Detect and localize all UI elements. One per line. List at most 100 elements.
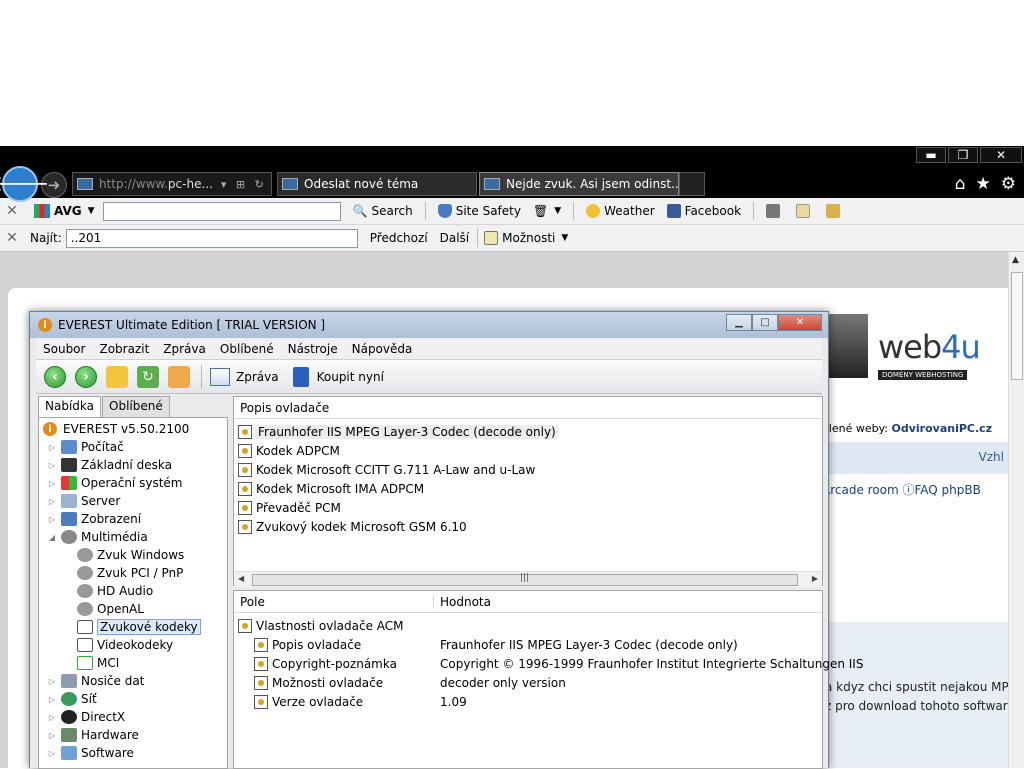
search-button[interactable]: 🔍 Search: [353, 204, 413, 218]
minimize-button[interactable]: ▬: [916, 147, 946, 163]
expand-icon[interactable]: ▷: [47, 443, 57, 452]
list-item[interactable]: Kodek Microsoft CCITT G.711 A-Law and u-…: [238, 461, 535, 479]
tree-item-sit[interactable]: ▷ Síť: [47, 690, 97, 708]
find-options-button[interactable]: Možnosti ▼: [484, 231, 568, 245]
expand-icon[interactable]: ▷: [47, 479, 57, 488]
scroll-up-icon[interactable]: ▲: [1012, 255, 1019, 265]
scroll-right-icon[interactable]: ▶: [812, 574, 818, 583]
tree-item-openal[interactable]: OpenAL: [77, 600, 144, 618]
expand-icon[interactable]: ▷: [47, 713, 57, 722]
tree-item-zvuk-pci[interactable]: Zvuk PCI / PnP: [77, 564, 183, 582]
tab-oblibene[interactable]: Oblíbené: [102, 396, 170, 417]
list-item[interactable]: Fraunhofer IIS MPEG Layer-3 Codec (decod…: [238, 423, 558, 441]
collapse-icon[interactable]: ◢: [47, 533, 57, 542]
scroll-thumb[interactable]: [1011, 272, 1023, 380]
tree-item-pocitac[interactable]: ▷ Počítač: [47, 438, 124, 456]
restore-button[interactable]: ❐: [948, 147, 978, 163]
tree-item-videokodeky[interactable]: Videokodeky: [77, 636, 173, 654]
web4u-logo[interactable]: web4u DOMÉNY WEBHOSTING: [878, 328, 981, 380]
screenshot-button[interactable]: [826, 204, 844, 218]
expand-icon[interactable]: ▷: [47, 749, 57, 758]
table-row[interactable]: Možnosti ovladače: [254, 674, 383, 692]
navigation-tree[interactable]: i EVEREST v5.50.2100 ▷ Počítač ▷ Základní d…: [38, 417, 228, 769]
tree-item-software[interactable]: ▷ Software: [47, 744, 134, 762]
details-table[interactable]: Pole Hodnota Vlastnosti ovladače ACM Pop…: [233, 590, 863, 769]
page-scrollbar[interactable]: ▲: [1008, 252, 1024, 768]
avg-search-input[interactable]: [102, 201, 341, 221]
find-previous-button[interactable]: Předchozí: [370, 231, 428, 245]
tab-odeslat[interactable]: Odeslat nové téma: [277, 172, 477, 196]
menu-oblibene[interactable]: Oblíbené: [213, 342, 281, 356]
everest-maximize-button[interactable]: □: [752, 314, 778, 331]
menu-soubor[interactable]: Soubor: [36, 342, 92, 356]
tree-item-operacni-system[interactable]: ▷ Operační systém: [47, 474, 182, 492]
codec-list-header[interactable]: Popis ovladače: [234, 397, 822, 419]
menu-napoveda[interactable]: Nápověda: [345, 342, 420, 356]
menu-zobrazit[interactable]: Zobrazit: [92, 342, 156, 356]
tree-item-mci[interactable]: MCI: [77, 654, 119, 672]
forward-arrow-icon[interactable]: ›: [75, 365, 97, 388]
refresh-icon[interactable]: ↻: [137, 365, 159, 388]
tree-item-zvuk-windows[interactable]: Zvuk Windows: [77, 546, 184, 564]
close-toolbar-icon[interactable]: ✕: [0, 203, 24, 219]
list-item[interactable]: Kodek ADPCM: [238, 442, 340, 460]
avg-menu[interactable]: AVG ▼: [34, 204, 95, 218]
find-input[interactable]: [65, 228, 358, 248]
home-icon[interactable]: ⌂: [955, 174, 966, 194]
everest-close-button[interactable]: ✕: [778, 314, 822, 331]
address-controls[interactable]: ▾ ⊞ ↻ ✕: [221, 178, 271, 191]
column-pole[interactable]: Pole: [234, 594, 434, 609]
column-popis-ovladace[interactable]: Popis ovladače: [234, 401, 329, 415]
table-row[interactable]: Verze ovladače: [254, 693, 363, 711]
tree-item-hd-audio[interactable]: HD Audio: [77, 582, 153, 600]
back-arrow-icon[interactable]: ‹: [44, 365, 66, 388]
close-button[interactable]: ✕: [980, 147, 1022, 163]
close-findbar-icon[interactable]: ✕: [0, 230, 24, 246]
expand-icon[interactable]: ▷: [47, 515, 57, 524]
tree-item-everest[interactable]: i EVEREST v5.50.2100: [43, 420, 189, 438]
everest-minimize-button[interactable]: ▁: [726, 314, 752, 331]
find-next-button[interactable]: Další: [440, 231, 470, 245]
tree-item-zvukove-kodeky[interactable]: Zvukové kodeky: [77, 618, 201, 636]
scroll-left-icon[interactable]: ◀: [238, 574, 244, 583]
users-icon[interactable]: [168, 365, 190, 388]
menu-nastroje[interactable]: Nástroje: [281, 342, 345, 356]
trash-button[interactable]: 🗑 ▼: [533, 204, 561, 218]
tree-item-directx[interactable]: ▷ DirectX: [47, 708, 125, 726]
weather-button[interactable]: Weather: [586, 204, 655, 218]
tree-item-server[interactable]: ▷ Server: [47, 492, 120, 510]
calculator-button[interactable]: [766, 204, 784, 218]
list-item[interactable]: Kodek Microsoft IMA ADPCM: [238, 480, 424, 498]
horizontal-scrollbar[interactable]: ◀ ||| ▶: [234, 571, 822, 587]
facebook-button[interactable]: Facebook: [666, 204, 741, 218]
everest-titlebar[interactable]: i EVEREST Ultimate Edition [ TRIAL VERSI…: [30, 312, 828, 338]
partner-link[interactable]: OdvirovaniPC.cz: [892, 422, 993, 435]
expand-icon[interactable]: ▷: [47, 497, 57, 506]
back-button[interactable]: 🡐: [0, 166, 50, 202]
favorites-star-icon[interactable]: ★: [976, 174, 991, 194]
buy-now-button[interactable]: Koupit nyní: [292, 366, 384, 387]
list-item[interactable]: Zvukový kodek Microsoft GSM 6.10: [238, 518, 467, 536]
tree-item-nosice-dat[interactable]: ▷ Nosiče dat: [47, 672, 144, 690]
tree-item-hardware[interactable]: ▷ Hardware: [47, 726, 139, 744]
expand-icon[interactable]: ▷: [47, 695, 57, 704]
codec-list[interactable]: Popis ovladače Fraunhofer IIS MPEG Layer…: [233, 396, 823, 587]
tree-item-multimedia[interactable]: ◢ Multimédia: [47, 528, 148, 546]
table-row[interactable]: Popis ovladače: [254, 636, 361, 654]
new-tab-button[interactable]: [679, 172, 705, 196]
address-bar[interactable]: http://www.pc-he... ▾ ⊞ ↻ ✕: [72, 172, 272, 196]
up-folder-icon[interactable]: [106, 365, 128, 388]
column-hodnota[interactable]: Hodnota: [434, 595, 491, 609]
details-group[interactable]: Vlastnosti ovladače ACM: [238, 617, 404, 635]
tab-nejde-zvuk[interactable]: Nejde zvuk. Asi jsem odinst... ✕: [479, 172, 679, 196]
tree-item-zakladni-deska[interactable]: ▷ Základní deska: [47, 456, 172, 474]
gear-icon[interactable]: ⚙: [1001, 174, 1016, 194]
expand-icon[interactable]: ▷: [47, 461, 57, 470]
report-button[interactable]: Zpráva: [210, 367, 279, 386]
forum-links[interactable]: Arcade room ⓘFAQ phpBB: [822, 481, 981, 498]
expand-icon[interactable]: ▷: [47, 731, 57, 740]
nav-bar-text[interactable]: Vzhl: [979, 450, 1004, 464]
notepad-button[interactable]: [796, 204, 814, 218]
table-row[interactable]: Copyright-poznámka: [254, 655, 397, 673]
menu-zprava[interactable]: Zpráva: [156, 342, 213, 356]
